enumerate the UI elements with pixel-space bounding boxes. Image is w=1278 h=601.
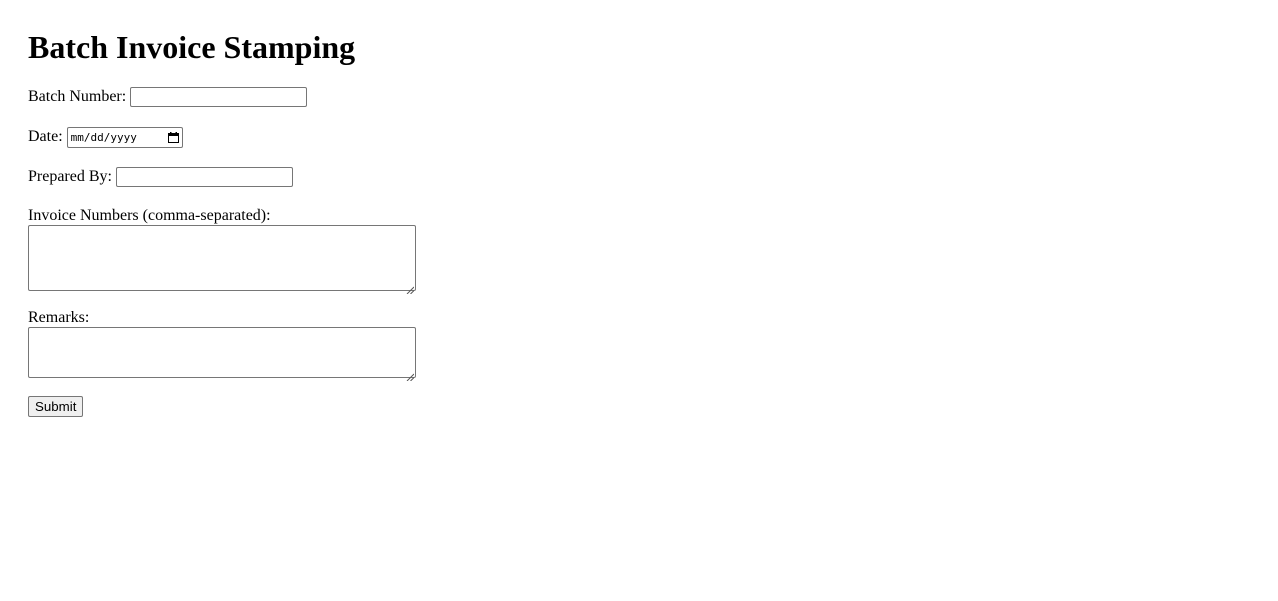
resize-handle-icon[interactable] xyxy=(406,281,415,295)
prepared-by-row: Prepared By: xyxy=(28,166,1278,188)
date-row: Date: mm/dd/yyyy xyxy=(28,126,1278,148)
date-label: Date: xyxy=(28,128,63,145)
page: Batch Invoice Stamping Batch Number: Dat… xyxy=(0,0,1278,417)
prepared-by-label: Prepared By: xyxy=(28,168,112,185)
prepared-by-input[interactable] xyxy=(115,167,293,187)
batch-number-row: Batch Number: xyxy=(28,86,1278,108)
date-placeholder: mm/dd/yyyy xyxy=(70,130,137,144)
calendar-icon[interactable] xyxy=(167,131,179,143)
page-title: Batch Invoice Stamping xyxy=(28,29,356,65)
invoice-numbers-label: Invoice Numbers (comma-separated): xyxy=(28,207,271,224)
remarks-textarea[interactable] xyxy=(28,327,416,382)
submit-button[interactable]: Submit xyxy=(28,396,84,417)
batch-number-input[interactable] xyxy=(130,87,308,107)
invoice-numbers-textarea[interactable] xyxy=(28,225,416,295)
resize-handle-icon[interactable] xyxy=(406,368,415,382)
batch-number-label: Batch Number: xyxy=(28,88,127,105)
date-input[interactable]: mm/dd/yyyy xyxy=(66,126,183,148)
remarks-label: Remarks: xyxy=(28,309,90,326)
